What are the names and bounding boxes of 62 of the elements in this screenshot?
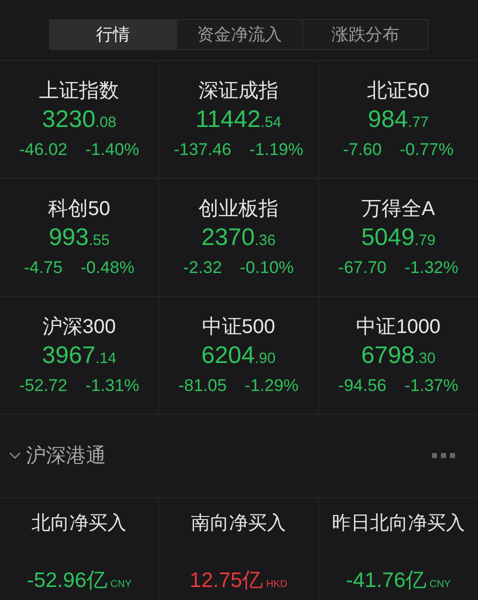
index-change: -46.02: [19, 139, 68, 161]
index-name: 中证1000: [356, 315, 441, 340]
flow-amount: -41.76亿: [346, 568, 427, 594]
index-card[interactable]: 中证500 6204.90 -81.05 -1.29%: [159, 297, 319, 415]
index-value: 6798.30: [361, 341, 436, 371]
index-change: -137.46: [174, 139, 232, 161]
index-value: 2370.36: [201, 223, 276, 253]
index-card[interactable]: 科创50 993.55 -4.75 -0.48%: [0, 179, 160, 297]
index-name: 北证50: [367, 79, 430, 104]
index-percent: -1.19%: [249, 139, 304, 161]
index-percent: -1.31%: [85, 375, 140, 397]
index-name: 上证指数: [39, 79, 120, 104]
index-percent: -1.40%: [85, 139, 140, 161]
index-card[interactable]: 创业板指 2370.36 -2.32 -0.10%: [159, 179, 319, 297]
index-change: -7.60: [343, 139, 382, 161]
flow-label: 昨日北向净买入: [332, 512, 465, 536]
index-value: 3230.08: [42, 105, 116, 135]
index-card[interactable]: 沪深300 3967.14 -52.72 -1.31%: [0, 297, 160, 415]
flow-label: 北向净买入: [32, 512, 127, 536]
flow-amount: -52.96亿: [26, 568, 108, 594]
index-value: 11442.54: [196, 105, 282, 135]
index-value: 6204.90: [201, 341, 276, 371]
index-name: 创业板指: [198, 197, 278, 222]
index-name: 万得全A: [362, 197, 435, 222]
index-percent: -0.77%: [400, 139, 454, 161]
tab[interactable]: 行情: [50, 20, 176, 49]
index-card[interactable]: 上证指数 3230.08 -46.02 -1.40%: [0, 61, 160, 179]
index-value: 5049.79: [361, 223, 436, 253]
index-card[interactable]: 万得全A 5049.79 -67.70 -1.32%: [318, 179, 478, 297]
index-name: 中证500: [202, 315, 276, 340]
index-value: 3967.14: [42, 341, 116, 371]
section-title: 沪深港通: [26, 444, 106, 469]
flow-card[interactable]: 北向净买入 -52.96亿 CNY: [0, 498, 160, 600]
tab[interactable]: 涨跌分布: [302, 20, 428, 49]
flow-card[interactable]: 昨日北向净买入 -41.76亿 CNY: [318, 498, 478, 600]
currency-label: CNY: [430, 578, 451, 592]
index-change: -94.56: [338, 375, 386, 397]
index-change: -4.75: [24, 257, 63, 279]
flow-card[interactable]: 南向净买入 12.75亿 HKD: [159, 498, 319, 600]
index-change: -67.70: [338, 257, 386, 279]
index-card[interactable]: 中证1000 6798.30 -94.56 -1.37%: [318, 297, 478, 415]
more-icon[interactable]: [432, 453, 456, 459]
index-percent: -1.37%: [404, 375, 458, 397]
currency-label: HKD: [266, 578, 288, 592]
index-card[interactable]: 深证成指 11442.54 -137.46 -1.19%: [159, 61, 319, 179]
index-value: 993.55: [48, 223, 110, 253]
index-name: 科创50: [48, 197, 110, 222]
index-name: 沪深300: [42, 315, 116, 340]
index-change: -2.32: [183, 257, 222, 279]
index-percent: -1.29%: [244, 375, 299, 397]
index-value: 984.77: [368, 105, 429, 135]
flow-amount: 12.75亿: [190, 568, 264, 594]
tab[interactable]: 资金净流入: [176, 20, 302, 49]
index-percent: -0.48%: [80, 257, 134, 279]
index-name: 深证成指: [198, 79, 278, 104]
index-change: -81.05: [178, 375, 227, 397]
currency-label: CNY: [110, 578, 132, 592]
flow-label: 南向净买入: [190, 512, 286, 536]
index-percent: -0.10%: [240, 257, 294, 279]
index-card[interactable]: 北证50 984.77 -7.60 -0.77%: [318, 61, 478, 179]
index-change: -52.72: [19, 375, 68, 397]
index-percent: -1.32%: [404, 257, 458, 279]
